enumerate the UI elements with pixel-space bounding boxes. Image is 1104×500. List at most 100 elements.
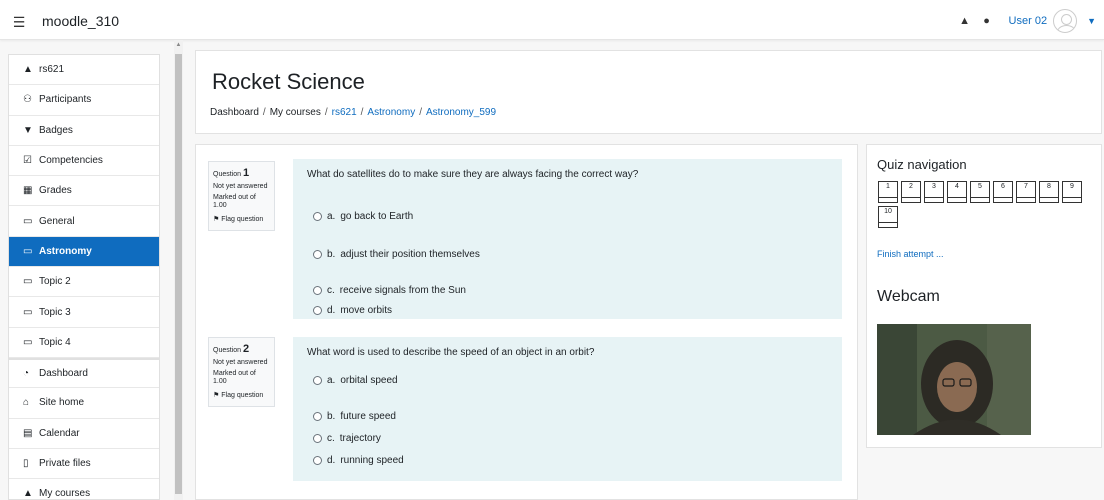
chat-icon[interactable]: ● xyxy=(979,15,995,27)
sidebar-item-label: Grades xyxy=(39,185,72,197)
flag-question-label: Flag question xyxy=(221,392,264,399)
quiz-nav-button-3[interactable]: 3 xyxy=(924,181,944,203)
answer-option[interactable]: b. adjust their position themselves xyxy=(313,249,480,260)
radio-button[interactable] xyxy=(313,412,322,421)
scroll-up-icon[interactable]: ▲ xyxy=(174,42,183,48)
quiz-nav-button-10[interactable]: 10 xyxy=(878,206,898,228)
sidebar-item-rs621[interactable]: ▲ rs621 xyxy=(9,55,159,86)
webcam-title: Webcam xyxy=(877,288,940,305)
sidebar-item-topic-2[interactable]: ▭ Topic 2 xyxy=(9,267,159,298)
question-label: Question xyxy=(213,347,242,354)
quiz-nav-button-9[interactable]: 9 xyxy=(1062,181,1082,203)
top-navbar: ☰ moodle_310 ▲ ● User 02 ▼ xyxy=(0,0,1104,40)
sidebar-item-my-courses[interactable]: ▲ My courses xyxy=(9,479,159,499)
answer-option[interactable]: c. receive signals from the Sun xyxy=(313,285,466,296)
webcam-person-image xyxy=(877,324,1031,435)
quiz-nav-button-4[interactable]: 4 xyxy=(947,181,967,203)
sidebar-item-label: Topic 4 xyxy=(39,336,71,348)
answer-option[interactable]: a. go back to Earth xyxy=(313,211,413,222)
flag-question-button[interactable]: ⚑ Flag question xyxy=(213,392,270,401)
chevron-down-icon[interactable]: ▼ xyxy=(1087,16,1096,26)
sidebar-item-grades[interactable]: ▦ Grades xyxy=(9,176,159,207)
site-name[interactable]: moodle_310 xyxy=(42,13,119,29)
radio-button[interactable] xyxy=(313,376,322,385)
question-info: Question 1 Not yet answered Marked out of … xyxy=(208,161,275,231)
answer-option[interactable]: d. running speed xyxy=(313,455,404,466)
menu-toggle-icon[interactable]: ☰ xyxy=(8,12,30,32)
breadcrumb-item[interactable]: Dashboard xyxy=(210,107,259,118)
quiz-nav-button-6[interactable]: 6 xyxy=(993,181,1013,203)
sidebar-item-site-home[interactable]: ⌂ Site home xyxy=(9,388,159,419)
sidebar-item-astronomy[interactable]: ▭ Astronomy xyxy=(9,236,159,268)
breadcrumb-item[interactable]: Astronomy xyxy=(367,107,415,118)
breadcrumb-separator: / xyxy=(360,107,364,118)
quiz-nav-button-7[interactable]: 7 xyxy=(1016,181,1036,203)
sidebar-item-label: Badges xyxy=(39,124,73,136)
answer-text: move orbits xyxy=(340,305,393,316)
folder-icon: ▭ xyxy=(23,336,33,348)
sidebar-item-topic-3[interactable]: ▭ Topic 3 xyxy=(9,297,159,328)
breadcrumb: Dashboard / My courses / rs621/Astronomy / Ast… xyxy=(210,107,496,118)
folder-icon: ▭ xyxy=(23,276,33,288)
sidebar-item-badges[interactable]: ▼ Badges xyxy=(9,116,159,146)
sidebar-item-label: Topic 2 xyxy=(39,276,71,288)
radio-button[interactable] xyxy=(313,250,322,259)
sidebar-item-topic-4[interactable]: ▭ Topic 4 xyxy=(9,328,159,358)
users-icon: ⚇ xyxy=(23,94,32,106)
avatar[interactable] xyxy=(1053,9,1078,33)
radio-button[interactable] xyxy=(313,306,322,315)
radio-button[interactable] xyxy=(313,286,322,295)
sidebar-item-label: Private files xyxy=(39,458,91,469)
graduation-cap-icon: ▲ xyxy=(23,64,33,76)
question-number: 1 xyxy=(242,167,250,179)
quiz-navigation-grid: 1 2 3 4 5 6 7 8 9 10 xyxy=(878,181,1098,228)
breadcrumb-item[interactable]: Astronomy_599 xyxy=(426,107,496,118)
radio-button[interactable] xyxy=(313,434,322,443)
flag-question-button[interactable]: ⚑ Flag question xyxy=(213,216,270,225)
breadcrumb-item[interactable]: My courses xyxy=(270,107,321,118)
sidebar-item-calendar[interactable]: ▤ Calendar xyxy=(9,419,159,449)
question-state: Not yet answered xyxy=(213,182,268,190)
radio-button[interactable] xyxy=(313,456,322,465)
quiz-nav-button-5[interactable]: 5 xyxy=(970,181,990,203)
answer-text: adjust their position themselves xyxy=(340,249,480,260)
answer-option[interactable]: a. orbital speed xyxy=(313,375,398,386)
quiz-nav-button-1[interactable]: 1 xyxy=(878,181,898,203)
sidebar-item-label: Dashboard xyxy=(39,368,88,380)
answer-letter: a. xyxy=(327,211,336,222)
answer-text: trajectory xyxy=(339,433,381,444)
question-label: Question xyxy=(213,171,242,178)
answer-text: running speed xyxy=(340,455,404,466)
bell-icon[interactable]: ▲ xyxy=(957,15,973,27)
answer-option[interactable]: b. future speed xyxy=(313,411,396,422)
home-icon: ⌂ xyxy=(23,397,30,409)
sidebar-item-competencies[interactable]: ☑ Competencies xyxy=(9,146,159,177)
answer-option[interactable]: c. trajectory xyxy=(313,433,381,444)
dashboard-icon: ◔ xyxy=(23,368,30,380)
breadcrumb-item[interactable]: rs621 xyxy=(332,107,357,118)
radio-button[interactable] xyxy=(313,212,322,221)
sidebar-item-label: rs621 xyxy=(39,64,65,76)
quiz-nav-button-2[interactable]: 2 xyxy=(901,181,921,203)
sidebar-item-private-files[interactable]: ▯ Private files xyxy=(9,449,159,480)
answer-text: orbital speed xyxy=(340,375,398,386)
answer-option[interactable]: d. move orbits xyxy=(313,305,392,316)
breadcrumb-separator: / xyxy=(324,107,328,118)
answer-text: receive signals from the Sun xyxy=(339,285,466,296)
question-content: What word is used to describe the speed … xyxy=(293,337,842,481)
scrollbar-thumb[interactable] xyxy=(175,54,182,494)
sidebar-scrollbar[interactable]: ▲ xyxy=(174,40,183,500)
sidebar-item-label: Calendar xyxy=(39,427,80,439)
sidebar-item-participants[interactable]: ⚇ Participants xyxy=(9,85,159,116)
answer-letter: a. xyxy=(327,375,336,386)
sidebar-item-label: Site home xyxy=(39,397,85,409)
user-name[interactable]: User 02 xyxy=(1009,15,1048,27)
quiz-nav-button-8[interactable]: 8 xyxy=(1039,181,1059,203)
question-text: What do satellites do to make sure they … xyxy=(307,169,639,180)
sidebar-item-general[interactable]: ▭ General xyxy=(9,206,159,237)
breadcrumb-separator: / xyxy=(419,107,422,118)
sidebar-item-dashboard[interactable]: ◔ Dashboard xyxy=(9,357,159,389)
finish-attempt-link[interactable]: Finish attempt ... xyxy=(877,249,944,259)
answer-letter: b. xyxy=(327,411,336,422)
sidebar-item-label: Competencies xyxy=(39,155,103,167)
